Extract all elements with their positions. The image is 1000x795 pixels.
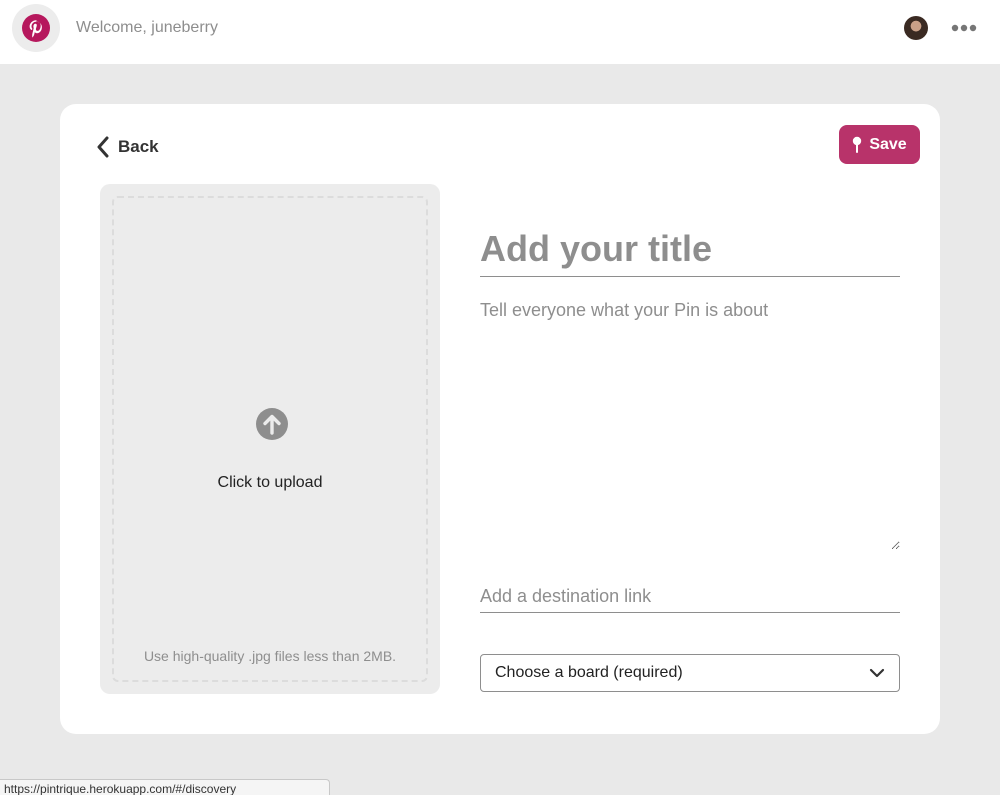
home-logo-button[interactable] — [12, 4, 60, 52]
upload-label: Click to upload — [217, 474, 323, 491]
destination-link-input[interactable] — [480, 580, 900, 613]
board-select[interactable]: Choose a board (required) — [480, 654, 900, 692]
title-input[interactable] — [480, 222, 900, 277]
image-upload-panel: Click to upload Use high-quality .jpg fi… — [100, 184, 440, 694]
top-nav-bar: Welcome, juneberry — [0, 0, 1000, 64]
back-button-label: Back — [118, 137, 159, 156]
back-button[interactable]: Back — [96, 134, 159, 160]
pinterest-logo-icon — [22, 14, 50, 42]
board-select-label: Choose a board (required) — [495, 664, 683, 681]
image-upload-dropzone[interactable]: Click to upload Use high-quality .jpg fi… — [112, 196, 428, 682]
save-button-label: Save — [869, 135, 907, 153]
user-avatar[interactable] — [904, 16, 928, 40]
upload-hint: Use high-quality .jpg files less than 2M… — [143, 648, 397, 664]
description-textarea[interactable] — [480, 300, 900, 550]
chevron-down-icon — [869, 668, 885, 678]
pin-builder-card: Back Save Click to upload Use high-quali… — [60, 104, 940, 734]
save-button[interactable]: Save — [839, 125, 920, 164]
more-horizontal-icon — [951, 24, 977, 32]
arrow-up-circle-icon — [256, 408, 288, 440]
pin-icon — [853, 136, 862, 153]
welcome-text: Welcome, juneberry — [76, 19, 218, 36]
chevron-left-icon — [97, 136, 109, 158]
more-options-button[interactable] — [950, 16, 978, 40]
status-bar-url: https://pintrique.herokuapp.com/#/discov… — [0, 779, 330, 795]
